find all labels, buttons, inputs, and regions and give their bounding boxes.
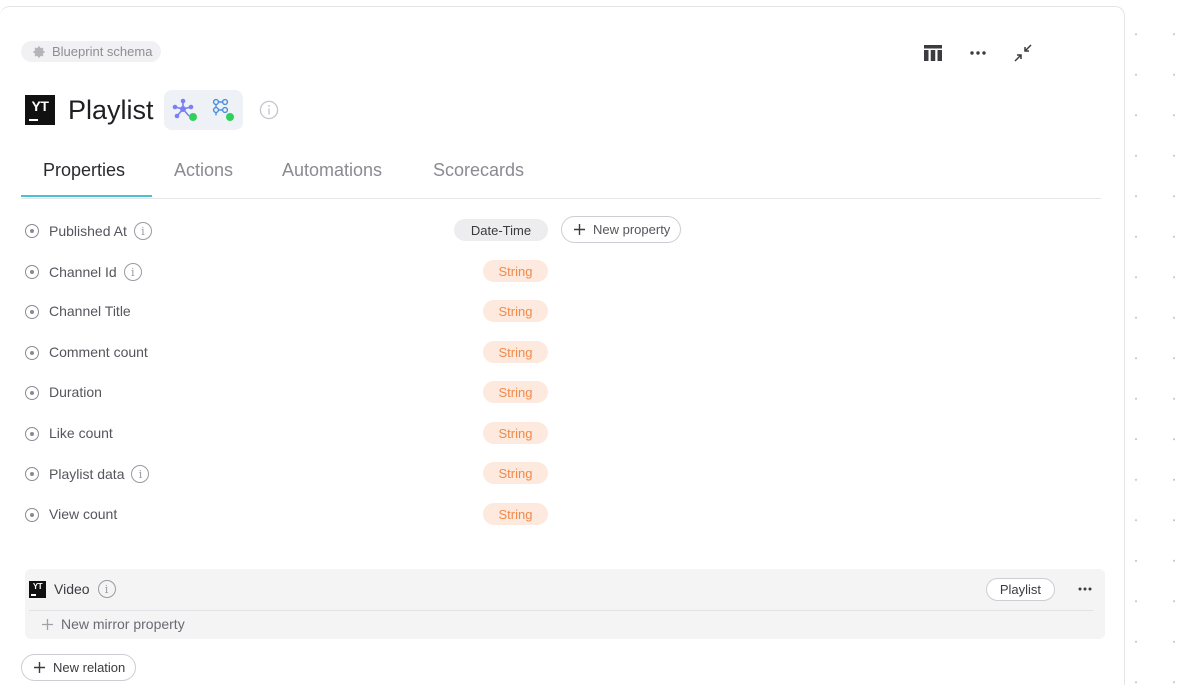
new-property-button[interactable]: New property [561,216,682,243]
property-name-text: Duration [49,384,102,400]
plus-icon [34,662,45,673]
property-name-text: Published At [49,223,127,239]
property-row[interactable]: Like count String [25,422,725,444]
property-type-badge: String [483,422,548,444]
new-relation-label: New relation [53,660,126,675]
graph-icon[interactable] [172,98,198,122]
property-name: Duration [49,384,102,400]
new-relation-button[interactable]: New relation [21,654,137,681]
property-radio-icon[interactable] [25,224,39,238]
property-name: Playlist data i [49,465,150,483]
property-name: Published At i [49,222,152,240]
property-name-text: View count [49,506,118,522]
property-name: View count [49,506,117,522]
property-type-badge: String [483,260,548,282]
property-row[interactable]: Published At i Date-Time New property [25,216,725,243]
youtube-logo-icon: YT [29,580,46,598]
property-type-badge: String [483,462,548,484]
page-title: Playlist [68,94,154,125]
more-options-button[interactable] [966,41,989,64]
property-name: Channel Id i [49,263,142,281]
property-type-badge: String [483,503,548,525]
property-name: Channel Title [49,303,131,319]
property-radio-icon[interactable] [25,265,39,279]
property-row[interactable]: Duration String [25,381,725,403]
property-row[interactable]: Playlist data i String [25,462,725,484]
relation-header: YT Video i [29,580,116,598]
property-type-badge: String [483,341,548,363]
header-actions [921,41,1034,64]
tab-scorecards[interactable]: Scorecards [433,160,524,181]
property-radio-icon[interactable] [25,427,39,441]
title-row: YT Playlist [25,90,279,130]
youtube-logo-icon: YT [25,95,55,125]
table-view-button[interactable] [921,41,944,64]
tab-bar: Properties Actions Automations Scorecard… [21,149,1101,199]
active-tab-indicator [21,195,152,197]
collapse-icon [1013,43,1032,62]
info-icon[interactable]: i [97,580,116,598]
property-radio-icon[interactable] [25,305,39,319]
relation-name[interactable]: Video [54,581,90,597]
property-name-text: Like count [49,425,113,441]
property-radio-icon[interactable] [25,346,39,360]
more-icon [969,50,986,55]
blueprint-schema-label: Blueprint schema [52,44,153,59]
relation-card: YT Video i Playlist New mirror property [25,569,1105,639]
blueprint-panel: Blueprint schema YT Playlist Properties … [0,6,1125,685]
git-branch-icon[interactable] [211,98,235,122]
property-type-badge: String [483,381,548,403]
new-mirror-property-label: New mirror property [61,616,185,632]
property-radio-icon[interactable] [25,386,39,400]
property-name: Comment count [49,344,148,360]
property-type-badge: Date-Time [454,219,548,241]
property-row[interactable]: View count String [25,503,725,525]
more-icon [1078,587,1092,591]
new-mirror-property-button[interactable]: New mirror property [42,616,185,632]
collapse-button[interactable] [1011,41,1034,64]
property-radio-icon[interactable] [25,508,39,522]
integration-icons [163,90,243,130]
property-row[interactable]: Channel Id i String [25,260,725,282]
info-icon[interactable]: i [131,465,150,483]
relation-target-chip[interactable]: Playlist [985,578,1055,601]
table-icon [923,44,942,61]
property-row[interactable]: Channel Title String [25,300,725,322]
info-icon[interactable] [259,100,279,120]
relation-more-button[interactable] [1075,580,1095,598]
info-icon[interactable]: i [133,222,152,240]
property-name-text: Playlist data [49,466,125,482]
property-radio-icon[interactable] [25,467,39,481]
new-property-label: New property [593,222,671,237]
tab-automations[interactable]: Automations [282,160,382,181]
property-row[interactable]: Comment count String [25,341,725,363]
plus-icon [574,224,585,235]
info-icon[interactable]: i [123,263,142,281]
property-type-badge: String [483,300,548,322]
property-name: Like count [49,425,113,441]
property-name-text: Comment count [49,344,148,360]
property-name-text: Channel Title [49,303,131,319]
divider [29,610,1093,611]
blueprint-schema-chip[interactable]: Blueprint schema [21,41,162,62]
tab-properties[interactable]: Properties [43,160,125,181]
plus-icon [42,618,53,630]
property-name-text: Channel Id [49,264,117,280]
tab-actions[interactable]: Actions [174,160,233,181]
gear-icon [33,45,45,58]
